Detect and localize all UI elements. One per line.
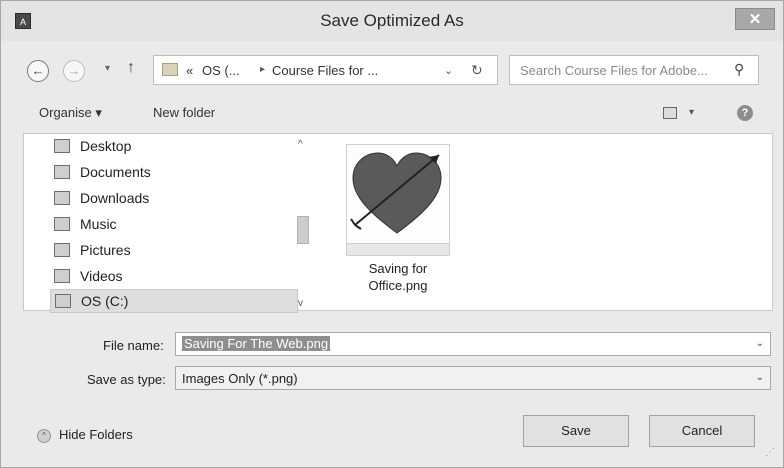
sidebar-item-music[interactable]: Music [54,213,304,237]
breadcrumb-separator-icon: ▸ [260,64,266,75]
hide-folders-button[interactable]: ^ Hide Folders [37,425,157,447]
recent-locations-chevron-icon[interactable]: ▾ [105,63,110,74]
navigation-pane-scrollbar[interactable]: ^ v [294,134,312,310]
dialog-title: Save Optimized As [320,11,464,30]
heart-arrow-icon [350,152,442,234]
save-type-dropdown-icon[interactable]: ⌄ [756,372,764,383]
view-options-icon[interactable] [663,107,677,119]
resize-grip-icon[interactable]: ⋰ [765,447,775,458]
sidebar-item-label: Desktop [80,138,132,154]
file-name-line: Office.png [368,278,428,293]
breadcrumb-os[interactable]: OS (... [202,63,240,78]
sidebar-item-label: Music [80,216,117,232]
scroll-down-icon[interactable]: v [298,298,303,309]
search-icon[interactable]: ⚲ [734,61,744,78]
breadcrumb-course-files[interactable]: Course Files for ... [272,63,378,78]
music-icon [54,217,70,231]
cancel-button[interactable]: Cancel [649,415,755,447]
save-type-select[interactable]: Images Only (*.png) ⌄ [175,366,771,390]
sidebar-item-desktop[interactable]: Desktop [54,135,304,159]
address-dropdown-icon[interactable]: ⌄ [444,64,453,77]
sidebar-item-label: Downloads [80,190,150,206]
view-options-chevron-icon[interactable]: ▾ [689,107,694,118]
forward-button[interactable]: → [63,60,85,82]
scroll-thumb[interactable] [297,216,309,244]
hide-folders-label: Hide Folders [59,427,133,442]
file-item[interactable]: Saving for Office.png [342,142,450,308]
file-name-value[interactable]: Saving For The Web.png [182,336,331,351]
downloads-icon [54,191,70,205]
sidebar-item-documents[interactable]: Documents [54,161,304,185]
file-name-dropdown-icon[interactable]: ⌄ [756,338,764,349]
folder-icon [162,63,178,76]
search-box[interactable]: Search Course Files for Adobe... ⚲ [509,55,759,85]
navigation-bar: ← → ▾ ↑ « OS (... ▸ Course Files for ...… [1,45,783,91]
file-name-label: Saving for Office.png [342,260,454,294]
file-name-row: File name: Saving For The Web.png ⌄ [1,332,783,358]
file-name-label: File name: [103,338,164,353]
address-overflow[interactable]: « [186,63,193,78]
footer: ^ Hide Folders Save Cancel [1,405,783,467]
collapse-icon: ^ [37,429,51,443]
help-icon[interactable]: ? [737,105,753,121]
close-button[interactable]: ✕ [735,8,775,30]
sidebar-item-label: Documents [80,164,151,180]
save-button[interactable]: Save [523,415,629,447]
refresh-icon[interactable]: ↻ [471,62,483,79]
sidebar-item-os-drive[interactable]: OS (C:) [50,289,298,313]
file-name-input[interactable]: Saving For The Web.png ⌄ [175,332,771,356]
save-dialog: A Save Optimized As ✕ ← → ▾ ↑ « OS (... … [0,0,784,468]
drive-icon [55,294,71,308]
thumbnail-strip [347,243,449,255]
title-bar: A Save Optimized As ✕ [1,1,783,41]
save-type-value[interactable]: Images Only (*.png) [182,371,298,386]
file-thumbnail [346,144,450,256]
documents-icon [54,165,70,179]
organise-button[interactable]: Organise ▾ [39,105,102,121]
sidebar-item-label: OS (C:) [81,293,129,309]
content-area: Desktop Documents Downloads Music Pictur… [23,133,773,313]
videos-icon [54,269,70,283]
address-bar[interactable]: « OS (... ▸ Course Files for ... ⌄ ↻ [153,55,498,85]
toolbar: Organise ▾ New folder ▾ ? [1,93,783,133]
save-type-label: Save as type: [87,372,166,387]
sidebar-item-downloads[interactable]: Downloads [54,187,304,211]
desktop-icon [54,139,70,153]
back-button[interactable]: ← [27,60,49,82]
save-type-row: Save as type: Images Only (*.png) ⌄ [1,366,783,392]
sidebar-item-label: Pictures [80,242,131,258]
up-button[interactable]: ↑ [127,59,135,77]
sidebar-item-label: Videos [80,268,123,284]
sidebar-item-pictures[interactable]: Pictures [54,239,304,263]
scroll-up-icon[interactable]: ^ [298,139,303,150]
search-input[interactable]: Search Course Files for Adobe... [520,63,708,78]
new-folder-button[interactable]: New folder [153,105,215,120]
sidebar-item-videos[interactable]: Videos [54,265,304,289]
file-name-line: Saving for [368,261,428,276]
pictures-icon [54,243,70,257]
navigation-pane: Desktop Documents Downloads Music Pictur… [24,134,316,313]
